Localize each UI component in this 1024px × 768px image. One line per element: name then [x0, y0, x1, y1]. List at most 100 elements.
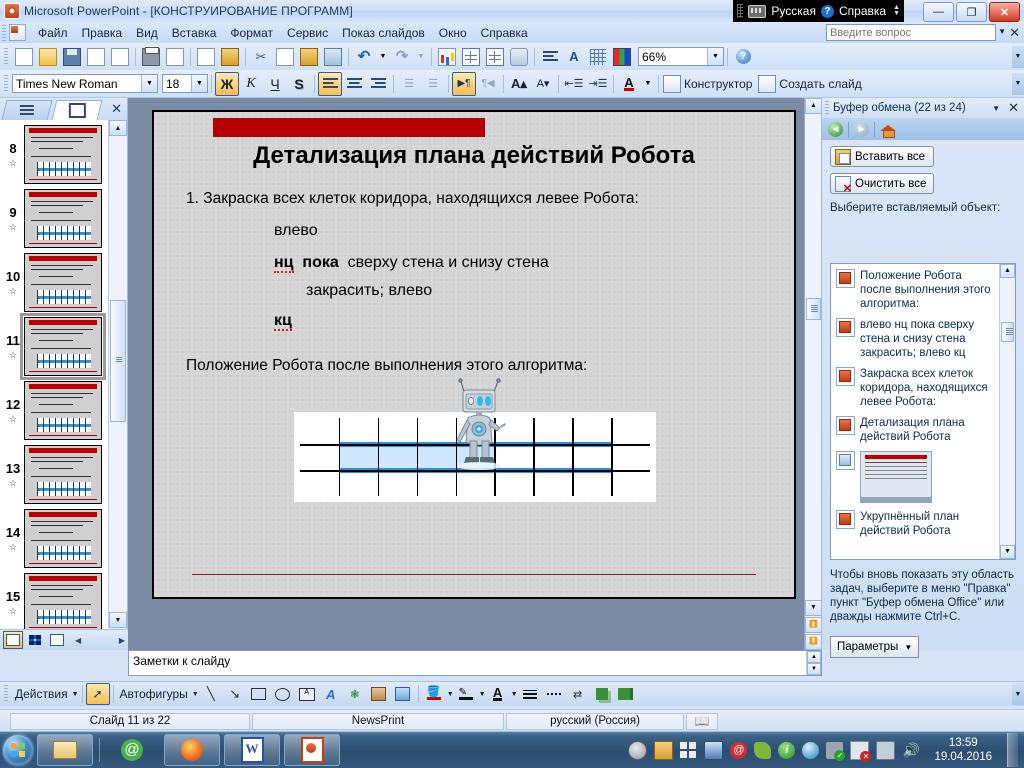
- usb-safe-icon[interactable]: ✓: [826, 741, 846, 761]
- notes-pane[interactable]: Заметки к слайду ▲ ▼: [128, 650, 822, 676]
- close-pane-button[interactable]: ✕: [111, 101, 122, 117]
- print-preview-button[interactable]: [163, 45, 187, 69]
- status-spelling-icon[interactable]: 📖: [686, 712, 718, 730]
- undo-dropdown[interactable]: ▼: [376, 45, 390, 69]
- language-bar-grip[interactable]: [737, 4, 744, 18]
- font-name-select[interactable]: Times New Roman ▼: [12, 74, 158, 93]
- thumbnail-list[interactable]: 8 ☆ 9 ☆ 10 ☆ 11 ☆ 12 ☆ 13 ☆ 14 ☆ 15 ☆: [0, 120, 109, 650]
- nvidia-icon[interactable]: [754, 741, 772, 759]
- clipboard-item[interactable]: Положение Робота после выполнения этого …: [831, 264, 1000, 313]
- arrow-button[interactable]: ↘: [223, 683, 247, 705]
- show-grid-button[interactable]: [586, 45, 610, 69]
- thumbnail-row[interactable]: 11 ☆: [0, 312, 109, 380]
- thumbnail-scrollbar[interactable]: ▲ ▼: [108, 120, 127, 628]
- close-document-button[interactable]: ✕: [1009, 25, 1020, 41]
- task-pane-close-button[interactable]: ✕: [1008, 100, 1024, 116]
- scroll-down-button[interactable]: ▼: [109, 612, 127, 628]
- clipboard-item[interactable]: Укрупнённый план действий Робота: [831, 505, 1000, 540]
- thumbnail-row[interactable]: 10 ☆: [0, 248, 109, 312]
- clipboard-item[interactable]: влево нц пока сверху стена и снизу стена…: [831, 313, 1000, 362]
- formatting-toolbar-options-button[interactable]: ▼: [1012, 72, 1024, 95]
- previous-slide-button[interactable]: ⏫: [805, 617, 822, 633]
- show-desktop-button[interactable]: [1007, 733, 1018, 767]
- slide-show-button[interactable]: [47, 631, 67, 649]
- code-line-2[interactable]: нц пока сверху стена и снизу стена: [274, 254, 549, 273]
- align-right-button[interactable]: [366, 72, 390, 96]
- text-box-button[interactable]: A: [295, 683, 319, 705]
- slide-position-text[interactable]: Положение Робота после выполнения этого …: [186, 357, 587, 375]
- email-button[interactable]: [108, 45, 132, 69]
- clipboard-item[interactable]: Детализация плана действий Робота: [831, 411, 1000, 446]
- 3d-style-button[interactable]: [614, 683, 638, 705]
- drawing-toolbar-grip[interactable]: [4, 685, 8, 703]
- task-pane-forward-button[interactable]: ►: [852, 120, 871, 138]
- slide-canvas[interactable]: Детализация плана действий Робота 1. Зак…: [152, 110, 796, 599]
- clip-art-button[interactable]: [367, 683, 391, 705]
- thumbnail-row[interactable]: 8 ☆: [0, 120, 109, 184]
- clipboard-item[interactable]: Закраска всех клеток коридора, находящих…: [831, 362, 1000, 411]
- thumbnail-row[interactable]: 14 ☆: [0, 504, 109, 568]
- rectangle-button[interactable]: [247, 683, 271, 705]
- wordart-button[interactable]: A: [319, 683, 343, 705]
- chevron-down-icon[interactable]: ▼: [191, 75, 207, 92]
- menu-item-tools[interactable]: Сервис: [280, 24, 335, 42]
- italic-button[interactable]: К: [239, 72, 263, 96]
- at-icon[interactable]: @: [730, 741, 748, 759]
- decrease-paragraph-button[interactable]: ¶◀: [476, 72, 500, 96]
- chevron-down-icon[interactable]: ▼: [72, 691, 79, 698]
- redo-dropdown[interactable]: ▼: [414, 45, 428, 69]
- align-left-button[interactable]: [318, 71, 342, 96]
- slide-sorter-button[interactable]: [25, 631, 45, 649]
- slide-thumbnail[interactable]: [24, 125, 102, 184]
- clipboard-options-button[interactable]: Параметры ▼: [830, 636, 920, 658]
- bold-button[interactable]: Ж: [215, 71, 239, 96]
- robot-image[interactable]: [451, 378, 507, 470]
- paste-button[interactable]: [297, 45, 321, 69]
- bulleted-list-button[interactable]: ☰: [421, 72, 445, 96]
- redo-button[interactable]: ↷: [390, 45, 414, 69]
- slide-edit-area[interactable]: Детализация плана действий Робота 1. Зак…: [128, 98, 822, 650]
- menu-item-help[interactable]: Справка: [474, 24, 535, 42]
- drawing-toolbar-options-button[interactable]: ▼: [1012, 683, 1024, 705]
- menu-item-window[interactable]: Окно: [432, 24, 474, 42]
- menu-item-edit[interactable]: Правка: [75, 24, 130, 42]
- language-bar[interactable]: Русская ? Справка ▲ ▼: [733, 0, 904, 22]
- clipboard-scroll-down[interactable]: ▼: [1000, 545, 1015, 559]
- task-pane-dropdown-button[interactable]: ▼: [988, 104, 1004, 113]
- task-pane-home-button[interactable]: [878, 120, 897, 138]
- slide-vertical-scrollbar[interactable]: ▲ ▼ ⏫ ⏬: [804, 98, 822, 650]
- next-slide-button[interactable]: ⏬: [805, 634, 822, 650]
- menu-bar-grip[interactable]: [2, 24, 6, 41]
- new-slide-label[interactable]: Создать слайд: [777, 77, 866, 91]
- fill-color-button[interactable]: 🪣: [422, 683, 446, 705]
- drop-icon[interactable]: [802, 741, 820, 759]
- robot-field-container[interactable]: [294, 378, 656, 502]
- ask-a-question-dropdown-icon[interactable]: ▼: [998, 27, 1006, 36]
- menu-item-slideshow[interactable]: Показ слайдов: [335, 24, 432, 42]
- clipboard-item[interactable]: [831, 446, 1000, 505]
- chevron-down-icon[interactable]: ▼: [511, 691, 518, 698]
- horizontal-scroll-left[interactable]: ◀: [75, 636, 81, 645]
- start-button[interactable]: [3, 735, 33, 765]
- code-line-4[interactable]: кц: [274, 312, 292, 331]
- ask-a-question-input[interactable]: [826, 24, 996, 41]
- menu-item-format[interactable]: Формат: [223, 24, 280, 42]
- increase-paragraph-button[interactable]: ▶¶: [452, 71, 476, 96]
- draw-font-color-button[interactable]: A: [486, 683, 510, 705]
- slide-scroll-down-button[interactable]: ▼: [805, 600, 822, 616]
- arrow-style-button[interactable]: ⇄: [566, 683, 590, 705]
- scroll-up-button[interactable]: ▲: [109, 120, 127, 136]
- slide-design-icon-button[interactable]: [662, 72, 682, 96]
- network-flag-icon[interactable]: ✕: [850, 740, 872, 762]
- notes-scrollbar[interactable]: ▲ ▼: [806, 651, 821, 675]
- status-design-template[interactable]: NewsPrint: [252, 712, 504, 730]
- taskbar-explorer[interactable]: [37, 734, 93, 766]
- formatting-toolbar-grip[interactable]: [4, 74, 8, 93]
- save-as-web-button[interactable]: [84, 45, 108, 69]
- slide-bullet-1[interactable]: 1. Закраска всех клеток коридора, находя…: [186, 190, 639, 208]
- line-button[interactable]: ╲: [199, 683, 223, 705]
- windows-icon[interactable]: [680, 741, 698, 759]
- status-language[interactable]: русский (Россия): [506, 712, 684, 730]
- clipboard-scrollbar[interactable]: ▲ ▼: [999, 264, 1015, 559]
- oval-button[interactable]: [271, 683, 295, 705]
